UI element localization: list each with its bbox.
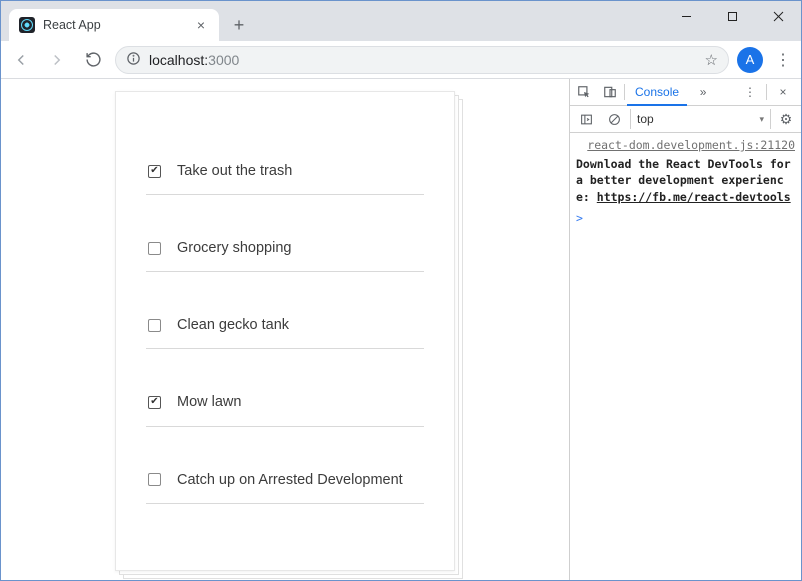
bookmark-star-icon[interactable]: ☆ (705, 51, 718, 69)
avatar-letter: A (746, 52, 755, 67)
todo-checkbox[interactable] (148, 473, 161, 486)
console-source-link[interactable]: react-dom.development.js:21120 (576, 137, 795, 154)
close-tab-icon[interactable]: × (193, 17, 209, 33)
devtools-tabbar: Console » ⋮ × (570, 79, 801, 106)
devtools-console-toolbar: top ⚙ (570, 106, 801, 133)
device-toolbar-icon[interactable] (598, 80, 622, 104)
todo-label: Take out the trash (177, 162, 292, 180)
reload-button[interactable] (79, 46, 107, 74)
todo-label: Clean gecko tank (177, 316, 289, 334)
separator (766, 84, 767, 100)
console-sidebar-toggle-icon[interactable] (574, 107, 598, 131)
back-button[interactable] (7, 46, 35, 74)
console-context-selector[interactable]: top (630, 109, 771, 129)
window-titlebar: React App × + (1, 1, 801, 41)
console-context-label: top (637, 112, 654, 126)
content-row: Take out the trash Grocery shopping Clean … (1, 79, 801, 580)
todo-checkbox[interactable] (148, 165, 161, 178)
console-prompt[interactable]: > (576, 210, 795, 227)
tab-title: React App (43, 18, 185, 32)
devtools-tab-label: Console (635, 85, 679, 99)
devtools-panel: Console » ⋮ × top ⚙ react-dom.developmen… (569, 79, 801, 580)
todo-checkbox[interactable] (148, 396, 161, 409)
todo-card-stack: Take out the trash Grocery shopping Clean … (115, 91, 455, 571)
react-favicon (19, 17, 35, 33)
page-viewport: Take out the trash Grocery shopping Clean … (1, 79, 569, 580)
todo-item: Take out the trash (146, 150, 424, 195)
todo-card: Take out the trash Grocery shopping Clean … (115, 91, 455, 571)
todo-checkbox[interactable] (148, 242, 161, 255)
profile-avatar[interactable]: A (737, 47, 763, 73)
inspect-element-icon[interactable] (572, 80, 596, 104)
devtools-menu-icon[interactable]: ⋮ (738, 80, 762, 104)
devtools-close-icon[interactable]: × (771, 80, 795, 104)
close-window-button[interactable] (755, 1, 801, 31)
address-bar[interactable]: localhost:3000 ☆ (115, 46, 729, 74)
todo-label: Catch up on Arrested Development (177, 471, 403, 489)
todo-label: Grocery shopping (177, 239, 291, 257)
todo-item: Grocery shopping (146, 227, 424, 272)
todo-item: Clean gecko tank (146, 304, 424, 349)
site-info-icon[interactable] (126, 51, 141, 69)
todo-checkbox[interactable] (148, 319, 161, 332)
devtools-more-tabs-icon[interactable]: » (691, 80, 715, 104)
todo-item: Catch up on Arrested Development (146, 459, 424, 504)
console-output[interactable]: react-dom.development.js:21120 Download … (570, 133, 801, 580)
window-controls (663, 1, 801, 41)
console-settings-icon[interactable]: ⚙ (775, 111, 797, 128)
devtools-tab-console[interactable]: Console (627, 79, 687, 106)
url-text: localhost:3000 (149, 52, 239, 68)
console-message: Download the React DevTools for a better… (576, 156, 795, 206)
separator (624, 84, 625, 100)
todo-label: Mow lawn (177, 393, 241, 411)
minimize-button[interactable] (663, 1, 709, 31)
clear-console-icon[interactable] (602, 107, 626, 131)
browser-toolbar: localhost:3000 ☆ A ⋮ (1, 41, 801, 79)
maximize-button[interactable] (709, 1, 755, 31)
new-tab-button[interactable]: + (225, 11, 253, 39)
browser-tab[interactable]: React App × (9, 9, 219, 41)
browser-menu-icon[interactable]: ⋮ (771, 50, 795, 70)
forward-button[interactable] (43, 46, 71, 74)
todo-item: Mow lawn (146, 381, 424, 426)
console-message-link[interactable]: https://fb.me/react-devtools (597, 190, 791, 204)
